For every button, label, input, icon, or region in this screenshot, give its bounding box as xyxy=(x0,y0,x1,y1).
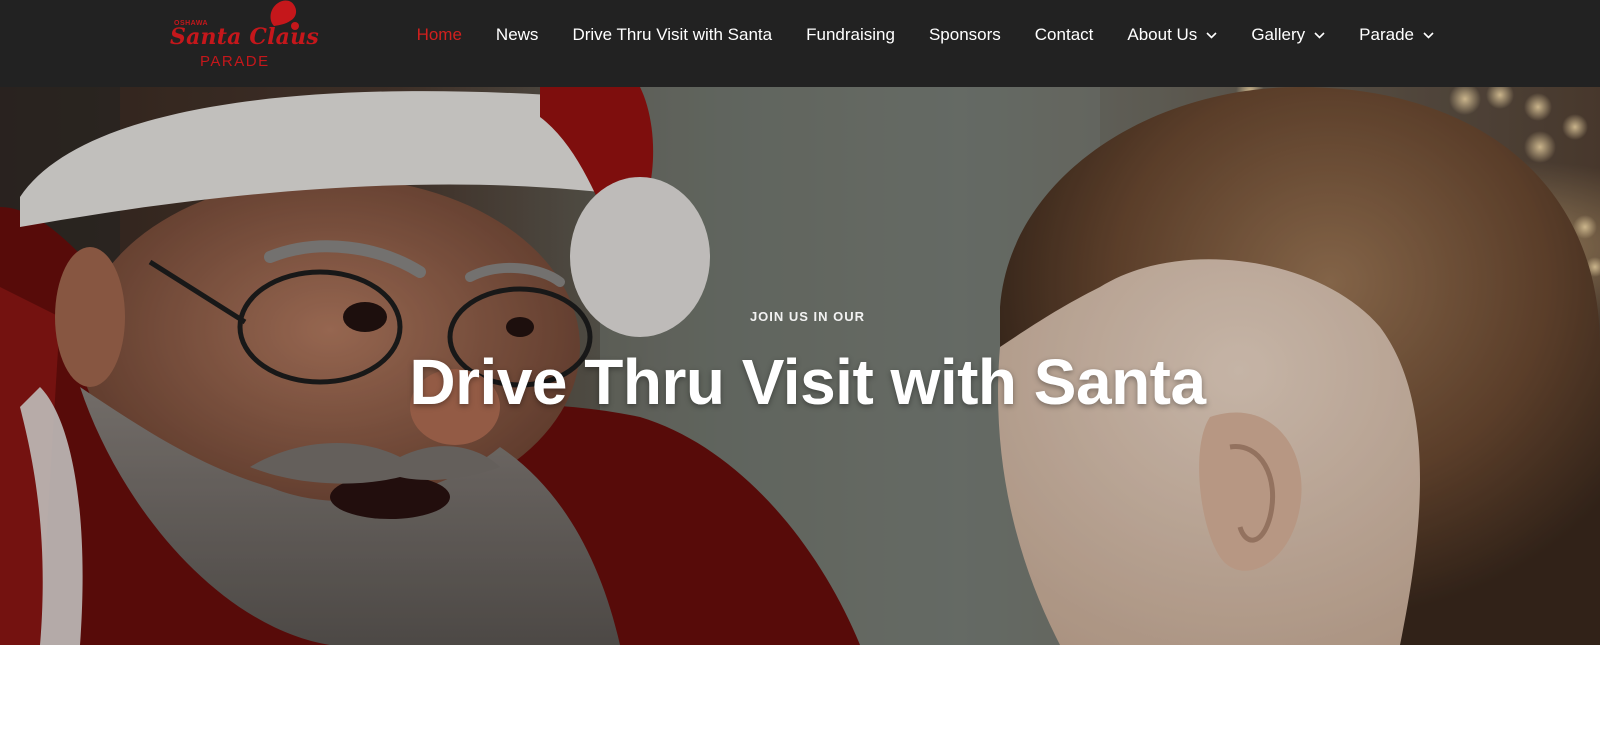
nav-item-label: Fundraising xyxy=(806,25,895,44)
nav-item-fundraising[interactable]: Fundraising xyxy=(806,25,895,45)
nav-item-label: News xyxy=(495,25,539,44)
main-nav: Home News Drive Thru Visit with Santa Fu… xyxy=(417,0,1434,70)
chevron-down-icon xyxy=(1423,31,1434,39)
chevron-down-icon xyxy=(1206,31,1217,39)
hero-eyebrow: JOIN US IN OUR xyxy=(749,309,866,324)
hero-banner: JOIN US IN OUR Drive Thru Visit with San… xyxy=(0,87,1600,645)
nav-item-about-us[interactable]: About Us xyxy=(1127,25,1217,45)
nav-item-label: Sponsors xyxy=(928,25,1001,44)
nav-item-label: Contact xyxy=(1034,25,1094,44)
logo-main-text: Santa Claus xyxy=(170,24,319,50)
nav-item-gallery[interactable]: Gallery xyxy=(1251,25,1325,45)
site-logo[interactable]: OSHAWA Santa Claus PARADE xyxy=(170,0,319,72)
logo-sub-text: PARADE xyxy=(200,53,270,70)
nav-item-label: About Us xyxy=(1127,25,1198,44)
nav-item-sponsors[interactable]: Sponsors xyxy=(929,25,1001,45)
nav-item-label: Drive Thru Visit with Santa xyxy=(572,25,773,44)
nav-item-parade[interactable]: Parade xyxy=(1359,25,1434,45)
nav-item-contact[interactable]: Contact xyxy=(1035,25,1094,45)
page-content-area xyxy=(0,645,1600,733)
nav-item-home[interactable]: Home xyxy=(417,25,462,45)
nav-item-drive-thru-visit[interactable]: Drive Thru Visit with Santa xyxy=(572,25,772,45)
nav-item-label: Gallery xyxy=(1251,25,1306,44)
site-header: OSHAWA Santa Claus PARADE Home News Driv… xyxy=(0,0,1600,87)
nav-item-label: Home xyxy=(416,25,462,44)
chevron-down-icon xyxy=(1314,31,1325,39)
hero-title: Drive Thru Visit with Santa xyxy=(409,346,1206,418)
nav-item-label: Parade xyxy=(1359,25,1414,44)
nav-item-news[interactable]: News xyxy=(496,25,539,45)
